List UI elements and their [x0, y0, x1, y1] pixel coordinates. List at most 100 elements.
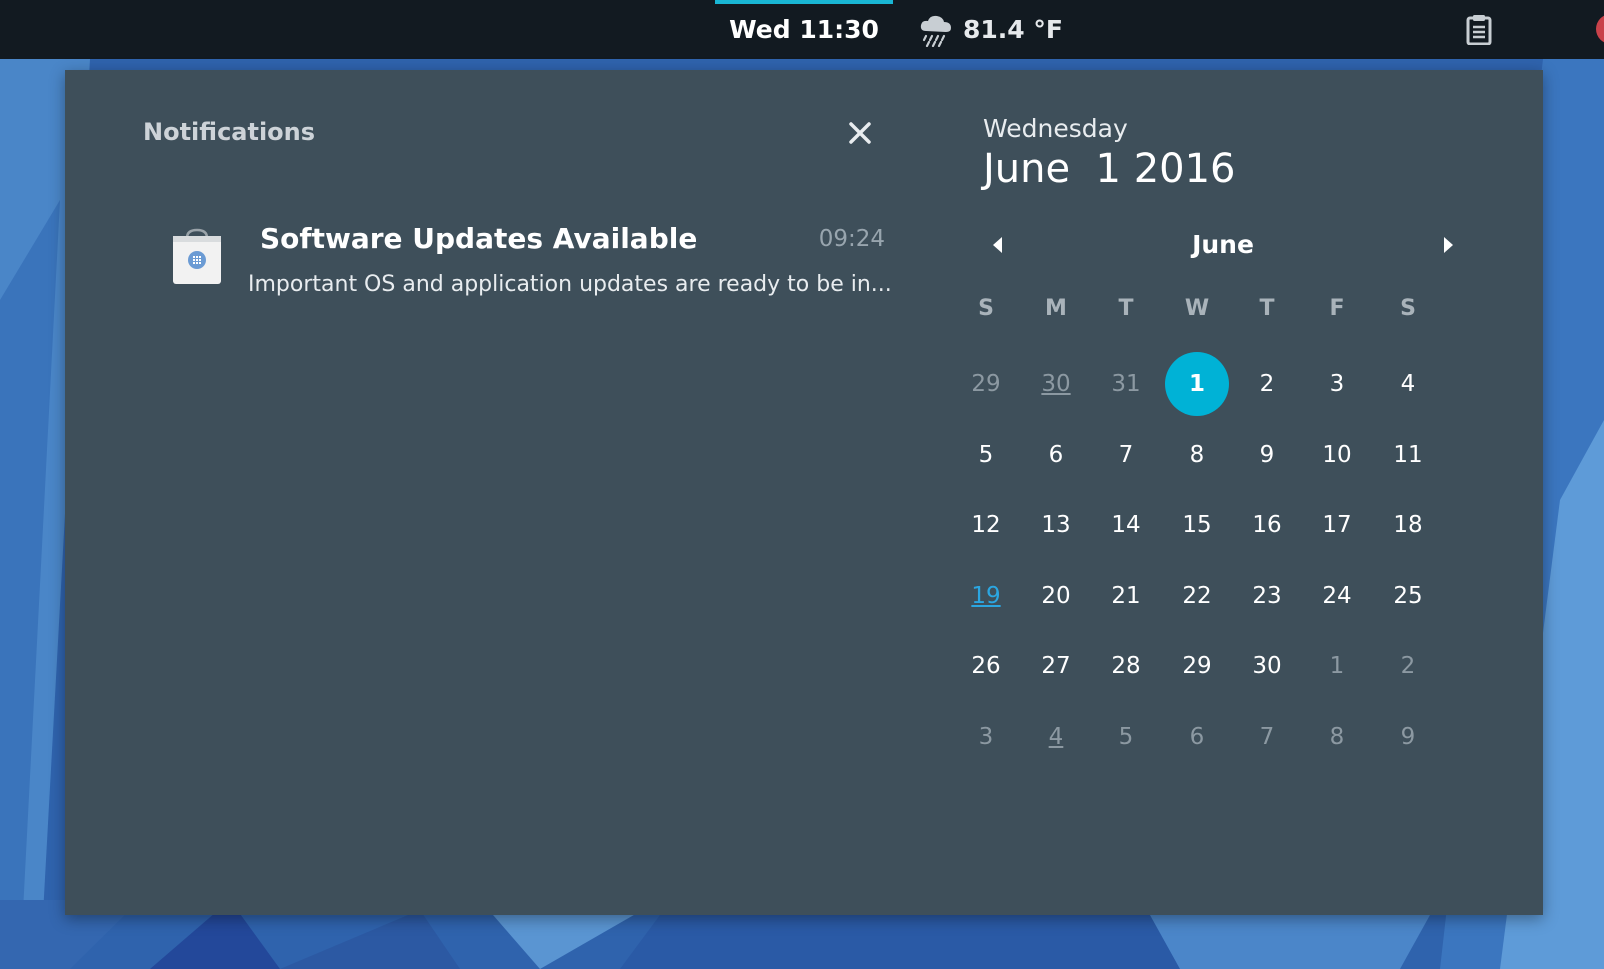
month-navigation: June [983, 218, 1463, 278]
calendar-day[interactable]: 28 [1090, 634, 1162, 698]
calendar-day[interactable]: 20 [1020, 564, 1092, 628]
calendar-day-label: 20 [1041, 583, 1071, 609]
calendar-day[interactable]: 12 [950, 493, 1022, 557]
temperature-label[interactable]: 81.4 °F [963, 0, 1063, 59]
user-avatar[interactable] [1596, 14, 1604, 44]
calendar-day[interactable]: 29 [950, 352, 1022, 416]
calendar-day[interactable]: 15 [1161, 493, 1233, 557]
calendar-day-label: 18 [1393, 512, 1423, 538]
calendar-day[interactable]: 3 [950, 705, 1022, 769]
calendar-day-label: 19 [971, 583, 1001, 609]
rain-cloud-icon[interactable] [918, 13, 954, 47]
calendar-day-label: 6 [1048, 442, 1064, 468]
calendar-day[interactable]: 8 [1161, 423, 1233, 487]
calendar-day-label: 3 [978, 724, 994, 750]
desktop: Wed 11:30 81.4 °F Notifications Software… [0, 0, 1604, 969]
calendar-day-label: 2 [1259, 371, 1275, 397]
calendar-day-label: 21 [1111, 583, 1141, 609]
calendar-day-label: 11 [1393, 442, 1423, 468]
software-bag-icon [173, 228, 221, 284]
calendar-day-label: 9 [1259, 442, 1275, 468]
weekday-header: S [978, 296, 994, 321]
calendar-day-label: 25 [1393, 583, 1423, 609]
calendar-day-label: 7 [1118, 442, 1134, 468]
calendar-day[interactable]: 29 [1161, 634, 1233, 698]
calendar-day[interactable]: 10 [1301, 423, 1373, 487]
calendar-day-label: 2 [1400, 653, 1416, 679]
calendar-day[interactable]: 14 [1090, 493, 1162, 557]
calendar-day[interactable]: 18 [1372, 493, 1444, 557]
current-weekday: Wednesday [983, 114, 1128, 143]
calendar-day[interactable]: 5 [1090, 705, 1162, 769]
calendar-day-label: 4 [1048, 724, 1064, 750]
calendar-day-label: 10 [1322, 442, 1352, 468]
calendar-day[interactable]: 1 [1161, 352, 1233, 416]
calendar-day-label: 16 [1252, 512, 1282, 538]
calendar-day[interactable]: 31 [1090, 352, 1162, 416]
calendar-day[interactable]: 26 [950, 634, 1022, 698]
calendar-day-label: 13 [1041, 512, 1071, 538]
calendar-day-label: 5 [978, 442, 994, 468]
calendar-day-label: 9 [1400, 724, 1416, 750]
calendar-day-label: 8 [1189, 442, 1205, 468]
calendar-day[interactable]: 4 [1020, 705, 1092, 769]
calendar-day[interactable]: 2 [1372, 634, 1444, 698]
calendar-day[interactable]: 25 [1372, 564, 1444, 628]
calendar-day-label: 31 [1111, 371, 1141, 397]
calendar-day-label: 3 [1329, 371, 1345, 397]
calendar-day[interactable]: 21 [1090, 564, 1162, 628]
month-label: June [1192, 230, 1254, 259]
calendar-day-label: 6 [1189, 724, 1205, 750]
notification-time: 09:24 [818, 226, 885, 252]
notification-item[interactable]: Software Updates Available 09:24 Importa… [165, 218, 892, 318]
notifications-calendar-popup: Notifications Software Updates Available… [65, 70, 1543, 915]
calendar-day[interactable]: 5 [950, 423, 1022, 487]
weekday-header: M [1045, 296, 1067, 321]
calendar-day[interactable]: 9 [1231, 423, 1303, 487]
calendar-day-label: 23 [1252, 583, 1282, 609]
weekday-header: T [1259, 296, 1275, 321]
calendar-day[interactable]: 6 [1161, 705, 1233, 769]
calendar-day-label: 27 [1041, 653, 1071, 679]
calendar-day[interactable]: 4 [1372, 352, 1444, 416]
calendar-day-label: 7 [1259, 724, 1275, 750]
clipboard-icon[interactable] [1466, 15, 1492, 45]
calendar-day[interactable]: 3 [1301, 352, 1373, 416]
calendar-day[interactable]: 23 [1231, 564, 1303, 628]
weekday-header: T [1118, 296, 1134, 321]
calendar-day-label: 28 [1111, 653, 1141, 679]
weekday-header: S [1400, 296, 1416, 321]
calendar-day[interactable]: 30 [1020, 352, 1092, 416]
calendar-day-label: 1 [1165, 352, 1229, 416]
calendar-day[interactable]: 30 [1231, 634, 1303, 698]
notifications-header: Notifications [143, 118, 316, 146]
calendar-day[interactable]: 11 [1372, 423, 1444, 487]
calendar-day[interactable]: 1 [1301, 634, 1373, 698]
notification-body: Important OS and application updates are… [248, 272, 892, 297]
close-icon[interactable] [845, 118, 875, 148]
calendar-day-label: 4 [1400, 371, 1416, 397]
weekday-header: W [1184, 296, 1210, 321]
calendar-day[interactable]: 9 [1372, 705, 1444, 769]
calendar-day-label: 15 [1182, 512, 1212, 538]
calendar-day[interactable]: 8 [1301, 705, 1373, 769]
calendar-day[interactable]: 2 [1231, 352, 1303, 416]
calendar-day[interactable]: 7 [1231, 705, 1303, 769]
calendar-day[interactable]: 19 [950, 564, 1022, 628]
weekday-header: F [1329, 296, 1345, 321]
calendar-day[interactable]: 13 [1020, 493, 1092, 557]
calendar-day-label: 24 [1322, 583, 1352, 609]
calendar-day-label: 1 [1329, 653, 1345, 679]
calendar-day[interactable]: 6 [1020, 423, 1092, 487]
calendar-day-label: 8 [1329, 724, 1345, 750]
calendar-day[interactable]: 16 [1231, 493, 1303, 557]
calendar-day[interactable]: 27 [1020, 634, 1092, 698]
calendar-day[interactable]: 22 [1161, 564, 1233, 628]
clock-button[interactable]: Wed 11:30 [700, 0, 908, 59]
calendar-day[interactable]: 24 [1301, 564, 1373, 628]
calendar-day-label: 14 [1111, 512, 1141, 538]
calendar-day[interactable]: 17 [1301, 493, 1373, 557]
chevron-right-icon[interactable] [1433, 230, 1463, 260]
calendar-day[interactable]: 7 [1090, 423, 1162, 487]
top-bar: Wed 11:30 81.4 °F [0, 0, 1604, 59]
